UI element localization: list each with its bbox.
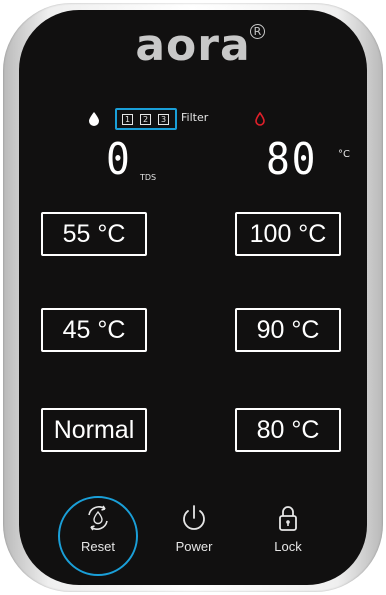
temp-button-45[interactable]: 45 °C <box>41 308 147 352</box>
filter-indicator-group: 1 2 3 <box>115 108 177 130</box>
reset-icon <box>88 505 108 531</box>
reset-button[interactable]: Reset <box>58 503 138 554</box>
temp-button-normal[interactable]: Normal <box>41 408 147 452</box>
temp-button-90[interactable]: 90 °C <box>235 308 341 352</box>
lock-label: Lock <box>274 539 302 554</box>
temperature-unit: °C <box>338 149 350 160</box>
power-button[interactable]: Power <box>154 503 234 554</box>
temp-button-100[interactable]: 100 °C <box>235 212 341 256</box>
filter-label: Filter <box>181 111 209 124</box>
water-drop-icon <box>89 112 99 126</box>
temperature-display: 80 <box>266 134 318 185</box>
hot-water-drop-icon <box>255 112 265 126</box>
reset-label: Reset <box>81 539 115 554</box>
filter-indicator-1: 1 <box>122 114 133 125</box>
registered-mark: R <box>250 24 265 39</box>
lock-button[interactable]: Lock <box>248 503 328 554</box>
filter-indicator-2: 2 <box>140 114 151 125</box>
temp-button-55[interactable]: 55 °C <box>41 212 147 256</box>
tds-label: TDS <box>140 173 157 182</box>
filter-indicator-3: 3 <box>158 114 169 125</box>
brand-logo: aora <box>135 20 251 71</box>
tds-display: 0 <box>106 134 130 185</box>
temp-button-80[interactable]: 80 °C <box>235 408 341 452</box>
lock-icon <box>279 506 297 531</box>
power-icon <box>183 505 205 530</box>
control-panel: aora R 1 2 3 Filter 0 TDS 80 °C 55 °C 45… <box>19 10 367 585</box>
status-row: 1 2 3 Filter <box>19 108 367 132</box>
power-label: Power <box>175 539 213 554</box>
